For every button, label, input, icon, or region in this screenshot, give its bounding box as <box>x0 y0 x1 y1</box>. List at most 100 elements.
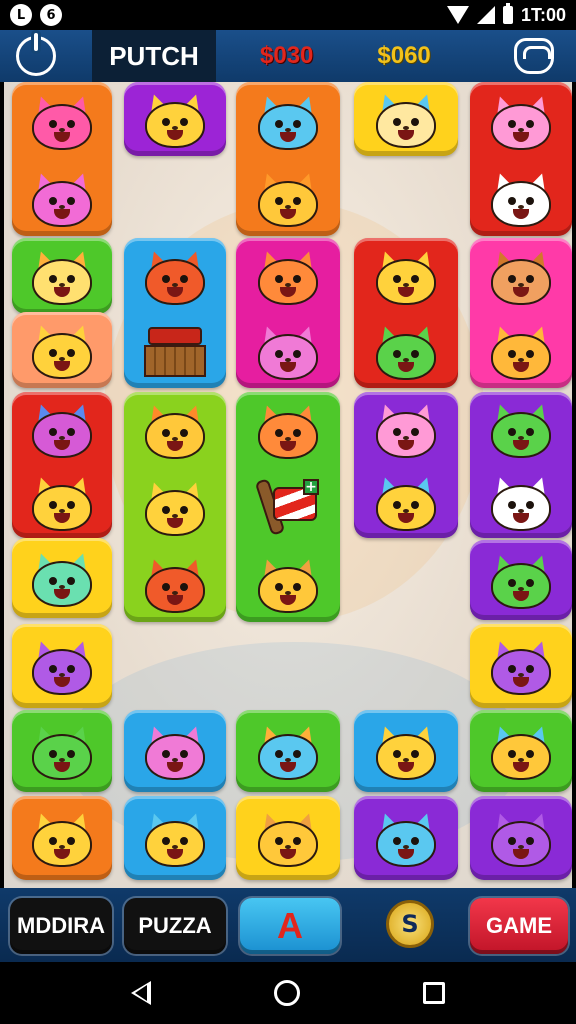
game-tile[interactable] <box>354 82 458 156</box>
game-button[interactable]: GAME <box>470 898 568 954</box>
game-tile[interactable] <box>236 796 340 880</box>
tile-cell <box>476 465 566 539</box>
tile-cell <box>243 239 333 313</box>
cat-face-icon <box>144 723 206 780</box>
game-tile[interactable] <box>124 82 226 156</box>
cat-face-icon <box>144 556 206 613</box>
tile-cell <box>17 392 107 466</box>
cat-face-icon <box>31 248 93 305</box>
cat-face-icon <box>375 473 437 531</box>
game-board: + <box>4 82 572 888</box>
game-title: PUTCH <box>92 30 216 82</box>
tile-cell <box>130 393 220 467</box>
mddira-button[interactable]: MDDIRA <box>10 898 112 954</box>
tile-cell <box>243 547 333 621</box>
game-tile[interactable] <box>470 82 572 236</box>
flag-icon: + <box>254 478 319 536</box>
game-tile[interactable] <box>124 392 226 622</box>
notification-icon: L <box>10 4 32 26</box>
puzza-button[interactable]: PUZZA <box>124 898 226 954</box>
game-tile[interactable] <box>12 710 112 792</box>
tile-cell <box>243 393 333 467</box>
game-tile[interactable] <box>470 796 572 880</box>
tile-cell <box>17 801 107 875</box>
cat-face-icon <box>257 556 319 613</box>
tile-cell <box>243 314 333 388</box>
tile-cell <box>17 239 107 313</box>
game-tile[interactable]: + <box>236 392 340 622</box>
cat-face-icon <box>490 638 552 695</box>
tile-cell <box>17 313 107 387</box>
game-tile[interactable] <box>470 710 572 792</box>
tile-cell <box>361 801 451 875</box>
cat-face-icon <box>144 479 206 536</box>
a-button[interactable]: A <box>240 898 340 954</box>
tile-cell <box>476 714 566 788</box>
game-tile[interactable] <box>236 238 340 388</box>
game-tile[interactable] <box>236 82 340 236</box>
game-tile[interactable] <box>470 238 572 388</box>
game-tile[interactable] <box>12 392 112 538</box>
tile-cell <box>17 714 107 788</box>
tile-cell <box>243 714 333 788</box>
recents-icon[interactable] <box>422 982 445 1004</box>
game-tile[interactable] <box>354 710 458 792</box>
game-tile[interactable] <box>124 238 226 388</box>
cat-face-icon <box>257 322 319 380</box>
cat-face-icon <box>31 473 93 531</box>
cat-face-icon <box>257 169 319 227</box>
clock: 1T:00 <box>520 4 566 25</box>
cat-face-icon <box>490 247 552 305</box>
game-tile[interactable] <box>354 238 458 388</box>
cat-face-icon <box>490 552 552 609</box>
cart-icon[interactable] <box>514 38 554 74</box>
game-tile[interactable] <box>124 710 226 792</box>
battery-icon <box>502 3 513 24</box>
game-tile[interactable] <box>12 796 112 880</box>
tile-cell <box>17 541 107 615</box>
cat-face-icon <box>31 638 93 695</box>
score-gold: $060 <box>377 42 431 69</box>
game-tile[interactable] <box>354 392 458 538</box>
cat-face-icon <box>257 92 319 150</box>
app-icon: 6 <box>40 4 62 26</box>
game-tile[interactable] <box>470 540 572 620</box>
cat-face-icon <box>31 322 93 379</box>
tile-cell <box>130 714 220 788</box>
cat-face-icon <box>490 400 552 458</box>
power-icon[interactable] <box>16 33 56 76</box>
game-tile[interactable] <box>12 538 112 618</box>
status-bar: L 6 1T:00 <box>0 0 576 30</box>
game-tile[interactable] <box>12 312 112 388</box>
cat-face-icon <box>144 91 206 148</box>
tile-cell <box>17 84 107 158</box>
game-tile[interactable] <box>12 624 112 708</box>
game-tile[interactable] <box>236 710 340 792</box>
tile-cell <box>243 161 333 235</box>
coin-icon[interactable]: S <box>386 900 434 948</box>
game-tile[interactable] <box>470 624 572 708</box>
tile-cell <box>476 543 566 617</box>
tile-cell <box>476 629 566 703</box>
game-tile[interactable] <box>12 238 112 314</box>
tile-cell <box>476 801 566 875</box>
game-tile[interactable] <box>124 796 226 880</box>
cat-face-icon <box>31 169 93 227</box>
home-icon[interactable] <box>273 980 300 1006</box>
tile-cell <box>17 465 107 539</box>
tile-cell <box>476 239 566 313</box>
tile-cell <box>130 547 220 621</box>
barn-icon <box>144 323 206 379</box>
game-tile[interactable] <box>12 82 112 236</box>
tile-cell <box>130 314 220 388</box>
back-icon[interactable] <box>131 981 152 1005</box>
game-tile[interactable] <box>470 392 572 538</box>
cat-face-icon <box>144 247 206 305</box>
game-tile[interactable] <box>354 796 458 880</box>
cat-face-icon <box>257 247 319 305</box>
cat-face-icon <box>257 810 319 867</box>
cat-face-icon <box>490 92 552 150</box>
cat-face-icon <box>375 247 437 305</box>
wifi-icon <box>446 6 469 24</box>
cat-face-icon <box>375 810 437 867</box>
